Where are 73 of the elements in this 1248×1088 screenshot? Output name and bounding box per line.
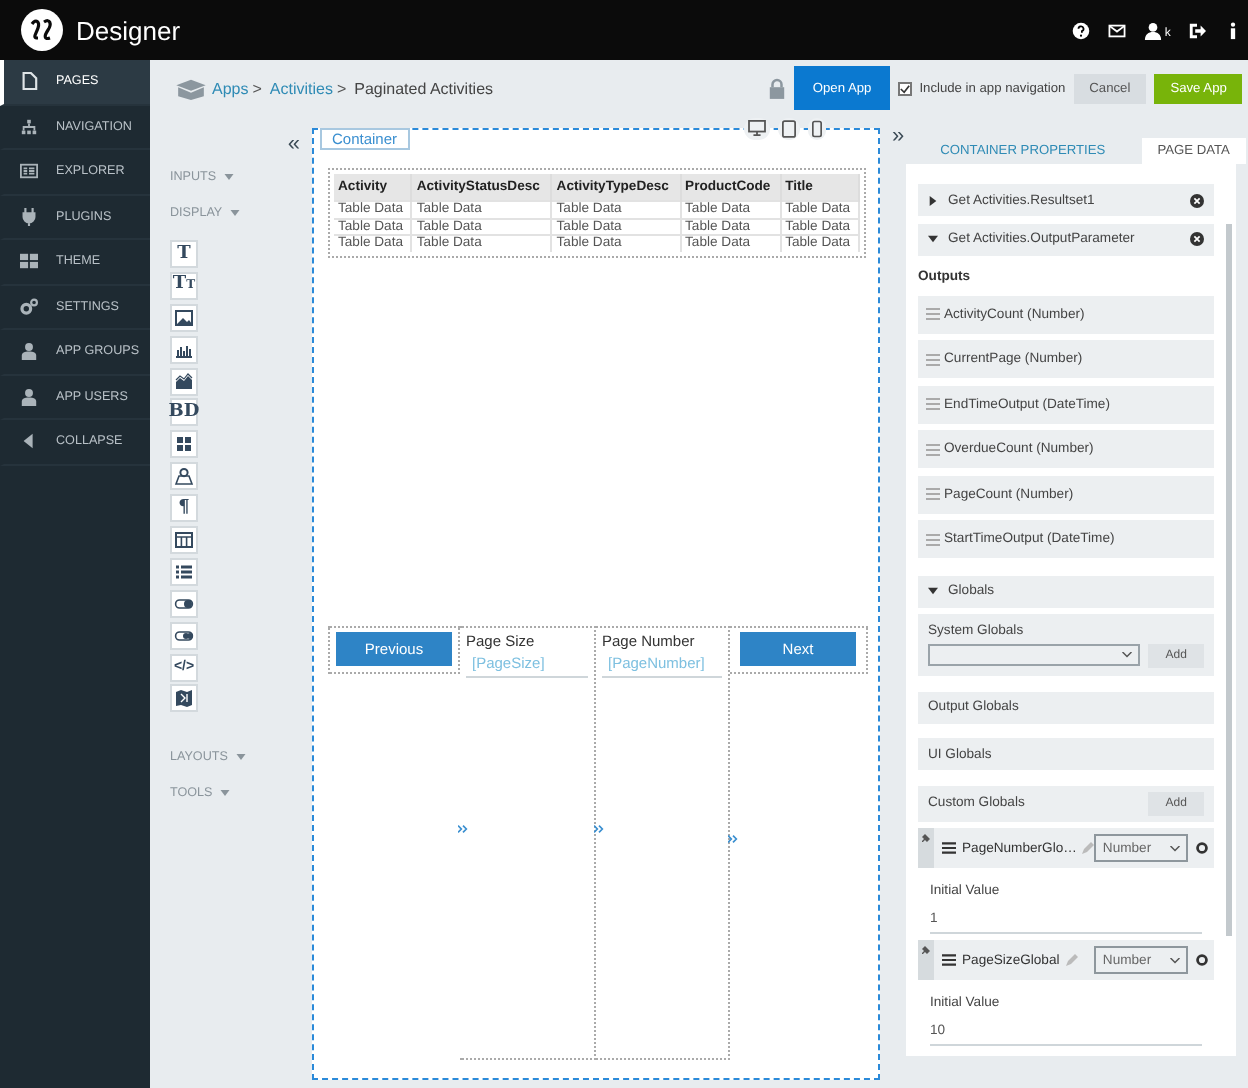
logo-icon	[20, 8, 64, 52]
tool-button[interactable]: BD	[170, 398, 198, 427]
app-title: Designer	[76, 15, 183, 45]
pencil-icon[interactable]	[1082, 842, 1095, 854]
collapse-toolbox-button[interactable]: «	[287, 136, 300, 152]
map-icon	[174, 688, 194, 709]
tool-button[interactable]	[170, 526, 198, 555]
page-icon	[20, 72, 38, 91]
caret-down-icon	[235, 753, 246, 760]
tool-button[interactable]	[170, 462, 198, 491]
phone-icon[interactable]	[812, 120, 822, 138]
tool-button[interactable]	[170, 684, 198, 713]
chevron-right-icon	[458, 823, 468, 833]
drag-handle-icon[interactable]	[926, 443, 940, 455]
help-icon[interactable]	[1072, 21, 1091, 39]
grid-icon	[20, 252, 38, 271]
checkbox[interactable]	[897, 81, 912, 95]
chevron-right-icon	[594, 823, 604, 833]
list-icon	[174, 561, 194, 582]
menu-icon[interactable]	[942, 954, 956, 966]
plug-icon	[20, 207, 38, 226]
tool-button[interactable]: T	[170, 240, 198, 268]
remove-icon[interactable]	[1190, 193, 1205, 207]
area-chart-icon	[174, 371, 194, 392]
map-pin-icon	[174, 466, 194, 487]
caret-right-icon[interactable]	[928, 195, 938, 205]
drag-handle-icon[interactable]	[926, 533, 940, 545]
table-icon	[174, 530, 194, 551]
caret-down-icon	[1170, 845, 1181, 851]
mail-icon[interactable]	[1108, 21, 1127, 39]
chevron-right-icon	[728, 833, 738, 843]
tool-button[interactable]	[170, 430, 198, 459]
drag-handle-icon[interactable]	[926, 308, 940, 320]
image-icon	[174, 307, 194, 328]
remove-icon[interactable]	[1190, 232, 1205, 246]
switch-icon	[174, 625, 194, 646]
tool-button[interactable]	[170, 367, 198, 396]
caret-down-icon[interactable]	[928, 586, 938, 596]
tool-button[interactable]	[170, 335, 198, 364]
tool-button[interactable]	[170, 621, 198, 650]
tool-button[interactable]: ¶	[170, 494, 198, 523]
tool-button[interactable]	[170, 557, 198, 586]
tool-button[interactable]	[170, 303, 198, 332]
breadcrumb-separator: >	[252, 79, 262, 97]
caret-down-icon	[1121, 652, 1132, 658]
grid-icon	[174, 434, 194, 455]
lock-icon	[768, 77, 787, 99]
toggle-icon	[174, 593, 194, 614]
breadcrumb-separator: >	[336, 79, 347, 97]
sitemap-icon	[20, 117, 38, 136]
menu-icon[interactable]	[942, 842, 956, 854]
caret-down-icon[interactable]	[928, 234, 938, 244]
person-icon	[20, 342, 38, 361]
logout-icon[interactable]	[1188, 21, 1207, 39]
drag-handle-icon[interactable]	[926, 488, 940, 500]
caret-down-icon	[230, 209, 241, 215]
current-page: Paginated Activities	[354, 79, 494, 97]
caret-down-icon	[220, 789, 231, 796]
drag-handle-icon[interactable]	[926, 353, 940, 365]
drag-handle-icon[interactable]	[926, 398, 940, 410]
tool-button[interactable]	[170, 589, 198, 618]
list-icon	[20, 162, 38, 181]
caret-left-icon	[20, 432, 38, 451]
desktop-icon[interactable]	[748, 120, 766, 136]
box-icon	[174, 77, 208, 99]
tablet-icon[interactable]	[782, 120, 796, 138]
caret-down-icon	[224, 173, 235, 179]
expand-panel-button[interactable]: »	[892, 124, 905, 148]
caret-down-icon	[1170, 957, 1181, 963]
user-icon[interactable]	[1144, 21, 1163, 39]
checkmark-icon	[899, 83, 910, 93]
gears-icon	[20, 297, 38, 316]
person-icon	[20, 387, 38, 406]
